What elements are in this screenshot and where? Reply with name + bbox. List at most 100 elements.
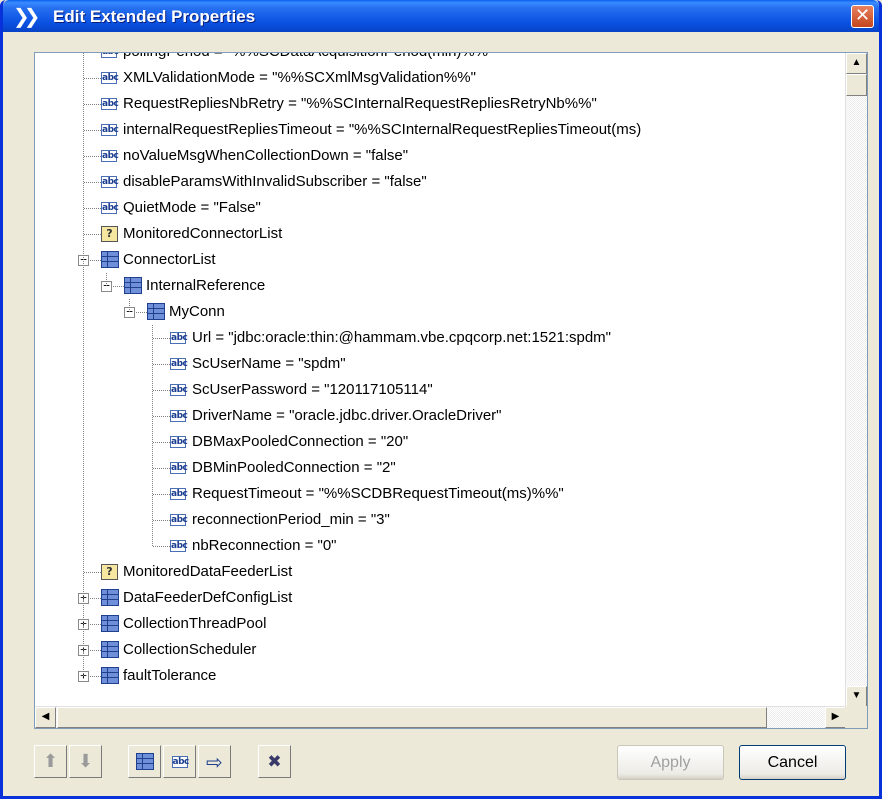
tree-row-label: ConnectorList (123, 251, 216, 268)
tree-row[interactable]: abc internalRequestRepliesTimeout = "%%SC… (35, 117, 846, 143)
tree-row-label: faultTolerance (123, 667, 217, 684)
tree-row[interactable]: + CollectionScheduler (35, 637, 846, 663)
table-icon (101, 251, 119, 268)
tree-row[interactable]: abc reconnectionPeriod_min = "3" (35, 507, 846, 533)
tree-row[interactable]: abc DriverName = "oracle.jdbc.driver.Orac… (35, 403, 846, 429)
tree-connector (153, 338, 170, 339)
horizontal-scroll-thumb[interactable] (57, 707, 767, 728)
tree-row[interactable]: − MyConn (35, 299, 846, 325)
attribute-icon: abc (170, 436, 188, 448)
tree-row[interactable]: abc noValueMsgWhenCollectionDown = "false… (35, 143, 846, 169)
tree-row[interactable]: abc ScUserName = "spdm" (35, 351, 846, 377)
attribute-icon: abc (170, 488, 188, 500)
tree-row[interactable]: abc QuietMode = "False" (35, 195, 846, 221)
tree-guide-line (129, 299, 130, 312)
tree-row[interactable]: ? MonitoredConnectorList (35, 221, 846, 247)
add-attribute-button[interactable]: abc (163, 745, 196, 778)
tree-row-label: reconnectionPeriod_min = "3" (192, 511, 390, 528)
table-icon (101, 615, 119, 632)
tree-row-label: DBMinPooledConnection = "2" (192, 459, 396, 476)
tree-row[interactable]: abc RequestRepliesNbRetry = "%%SCInternal… (35, 91, 846, 117)
attribute-icon: abc (101, 72, 119, 84)
tree-row-label: CollectionScheduler (123, 641, 257, 658)
attribute-icon: abc (101, 98, 119, 110)
tree-row-label: disableParamsWithInvalidSubscriber = "fa… (123, 173, 427, 190)
arrow-right-icon: ⇨ (206, 749, 223, 774)
scroll-up-button[interactable]: ▲ (846, 53, 867, 74)
title-bar[interactable]: ❯❯ Edit Extended Properties ✕ (3, 0, 879, 32)
move-up-button[interactable]: ⬆ (34, 745, 67, 778)
scroll-right-button[interactable]: ▶ (825, 707, 846, 728)
tree-row[interactable]: + faultTolerance (35, 663, 846, 689)
tree-row[interactable]: abc pollingPeriod = "%%SCDataAcquisitionP… (35, 53, 846, 65)
tree-guide-line (83, 53, 84, 676)
tree-row-label: MonitoredDataFeederList (123, 563, 293, 580)
scroll-left-button[interactable]: ◀ (35, 707, 56, 728)
vertical-scroll-thumb[interactable] (846, 74, 867, 96)
tree-row[interactable]: + DataFeederDefConfigList (35, 585, 846, 611)
tree-row[interactable]: abc RequestTimeout = "%%SCDBRequestTimeou… (35, 481, 846, 507)
move-down-button[interactable]: ⬇ (69, 745, 102, 778)
tree-row-label: Url = "jdbc:oracle:thin:@hammam.vbe.cpqc… (192, 329, 611, 346)
tree-connector (84, 156, 101, 157)
attribute-icon: abc (170, 514, 188, 526)
cancel-button[interactable]: Cancel (739, 745, 846, 780)
attribute-icon: abc (101, 150, 119, 162)
table-icon (124, 277, 142, 294)
attribute-icon: abc (170, 384, 188, 396)
tree-row-label: QuietMode = "False" (123, 199, 261, 216)
attribute-icon: abc (101, 124, 119, 136)
attribute-icon: abc (101, 53, 119, 58)
properties-tree-panel: abc pollingPeriod = "%%SCDataAcquisitionP… (34, 52, 868, 729)
vertical-scrollbar[interactable]: ▲ ▼ (845, 53, 867, 707)
close-button[interactable]: ✕ (851, 5, 874, 28)
tree-row-label: MyConn (169, 303, 225, 320)
rename-button[interactable]: ⇨ (198, 745, 231, 778)
tree-row-label: ScUserName = "spdm" (192, 355, 346, 372)
tree-row[interactable]: abc nbReconnection = "0" (35, 533, 846, 559)
tree-row-label: DataFeederDefConfigList (123, 589, 293, 606)
tree-connector (84, 182, 101, 183)
tree-row-label: DriverName = "oracle.jdbc.driver.OracleD… (192, 407, 502, 424)
table-icon (101, 589, 119, 606)
tree-connector (153, 494, 170, 495)
unknown-node-icon: ? (101, 564, 118, 580)
tree-guide-line (152, 325, 153, 546)
horizontal-scrollbar[interactable]: ◀ ▶ (35, 706, 846, 728)
scroll-down-button[interactable]: ▼ (846, 686, 867, 707)
table-icon (135, 753, 154, 770)
tree-row[interactable]: abc disableParamsWithInvalidSubscriber = … (35, 169, 846, 195)
tree-row[interactable]: − InternalReference (35, 273, 846, 299)
tree-row[interactable]: abc XMLValidationMode = "%%SCXmlMsgValida… (35, 65, 846, 91)
tree-row-label: XMLValidationMode = "%%SCXmlMsgValidatio… (123, 69, 476, 86)
double-chevron-icon: ❯❯ (13, 4, 40, 28)
table-icon (147, 303, 165, 320)
add-node-button[interactable] (128, 745, 161, 778)
tree-connector (84, 572, 101, 573)
arrow-down-icon: ⬇ (77, 751, 94, 772)
delete-button[interactable]: ✖ (258, 745, 291, 778)
tree-connector (153, 468, 170, 469)
tree-row[interactable]: + CollectionThreadPool (35, 611, 846, 637)
tree-row[interactable]: abc DBMinPooledConnection = "2" (35, 455, 846, 481)
tree-row[interactable]: − ConnectorList (35, 247, 846, 273)
apply-button[interactable]: Apply (617, 745, 724, 780)
tree-row-label: pollingPeriod = "%%SCDataAcquisitionPeri… (123, 53, 493, 65)
tree-connector (84, 130, 101, 131)
abc-icon: abc (171, 755, 189, 768)
tree-connector (84, 234, 101, 235)
tree-row-label: noValueMsgWhenCollectionDown = "false" (123, 147, 409, 164)
tree-row[interactable]: abc DBMaxPooledConnection = "20" (35, 429, 846, 455)
tree-row-label: internalRequestRepliesTimeout = "%%SCInt… (123, 121, 642, 138)
tree-row[interactable]: abc ScUserPassword = "120117105114" (35, 377, 846, 403)
tree-row-label: MonitoredConnectorList (123, 225, 283, 242)
table-icon (101, 667, 119, 684)
tree-connector (84, 208, 101, 209)
tree-row[interactable]: abc Url = "jdbc:oracle:thin:@hammam.vbe.c… (35, 325, 846, 351)
scrollbar-corner (845, 706, 867, 728)
table-icon (101, 641, 119, 658)
tree-row-label: DBMaxPooledConnection = "20" (192, 433, 409, 450)
dialog-title: Edit Extended Properties (53, 7, 256, 26)
properties-tree[interactable]: abc pollingPeriod = "%%SCDataAcquisitionP… (35, 53, 846, 707)
tree-row[interactable]: ? MonitoredDataFeederList (35, 559, 846, 585)
